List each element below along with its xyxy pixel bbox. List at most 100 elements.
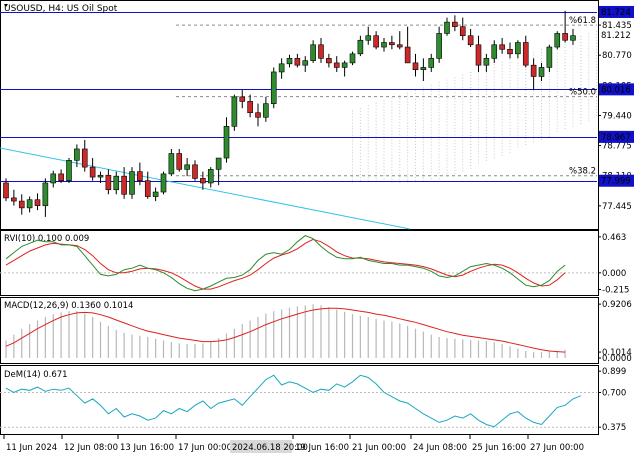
price-tick-1: 80.770 bbox=[602, 51, 632, 61]
candle bbox=[66, 158, 72, 183]
candle bbox=[255, 103, 261, 127]
rvi-pane[interactable]: RVI(10) 0.100 0.009 bbox=[0, 234, 597, 292]
candle bbox=[381, 37, 387, 52]
macd-title: MACD(12,26,9) 0.1360 0.1014 bbox=[4, 301, 133, 311]
candle bbox=[310, 40, 316, 63]
candle bbox=[81, 139, 88, 172]
candle bbox=[389, 35, 395, 50]
candle bbox=[475, 35, 482, 72]
candle bbox=[459, 17, 466, 41]
time-label-1: 12 Jun 08:00 bbox=[64, 443, 118, 453]
candle bbox=[428, 53, 435, 72]
candle bbox=[365, 26, 372, 45]
price-tick-3: 79.440 bbox=[602, 111, 632, 121]
candle bbox=[499, 37, 505, 54]
chart-window[interactable]: %61.8%50.0%38.2 USOUSD, H4: US Oil Spot … bbox=[0, 0, 640, 457]
candles bbox=[3, 10, 576, 217]
dem-line bbox=[5, 374, 582, 428]
candle bbox=[349, 51, 356, 66]
fib-label-2: %38.2 bbox=[569, 167, 596, 177]
macd-axis-tick-2: 0.0000 bbox=[602, 354, 632, 364]
macd-axis-tick-0: 0.9206 bbox=[602, 300, 632, 310]
candle bbox=[192, 160, 198, 181]
level-tag-text-1: 80.016 bbox=[601, 85, 631, 95]
macd-signal-line bbox=[5, 307, 566, 353]
candle bbox=[530, 58, 537, 91]
candle bbox=[491, 40, 498, 63]
rvi-axis-tick-1: 0.000 bbox=[602, 269, 626, 279]
level-tag-text-0: 81.724 bbox=[601, 8, 631, 18]
dem-title: DeM(14) 0.671 bbox=[4, 370, 68, 380]
time-label-2: 13 Jun 16:00 bbox=[120, 443, 174, 453]
candle bbox=[247, 94, 253, 118]
candle bbox=[207, 167, 214, 188]
candle bbox=[160, 171, 167, 195]
price-pane[interactable]: %61.8 %50.0 %38.2 USOUSD, H4: US Oil Spot bbox=[0, 4, 598, 230]
candle bbox=[467, 28, 474, 48]
candle bbox=[58, 169, 64, 183]
candle bbox=[420, 58, 427, 82]
rvi-main-line bbox=[5, 235, 566, 292]
candle bbox=[515, 40, 521, 59]
macd-pane[interactable]: MACD(12,26,9) 0.1360 0.1014 bbox=[4, 301, 566, 358]
candle bbox=[538, 62, 545, 82]
candle bbox=[286, 54, 293, 68]
candle bbox=[18, 194, 25, 215]
candle bbox=[444, 17, 450, 36]
candle bbox=[263, 96, 269, 122]
level-tag-text-2: 78.967 bbox=[601, 133, 631, 143]
candle bbox=[278, 58, 285, 79]
time-label-8: 27 Jun 00:00 bbox=[530, 443, 584, 453]
dem-axis-tick-2: 0.375 bbox=[602, 423, 626, 433]
candle bbox=[144, 171, 151, 199]
candle bbox=[42, 178, 49, 217]
time-axis: 11 Jun 2024 12 Jun 08:00 13 Jun 16:00 17 Ju… bbox=[3, 435, 584, 453]
time-label-7: 25 Jun 16:00 bbox=[472, 443, 526, 453]
candle bbox=[507, 42, 513, 59]
candle bbox=[152, 187, 159, 202]
candle bbox=[294, 53, 301, 68]
candle bbox=[231, 94, 238, 131]
time-label-3: 17 Jun 00:00 bbox=[178, 443, 232, 453]
candle bbox=[26, 196, 33, 213]
fib-label-0: %61.8 bbox=[569, 16, 596, 26]
candle bbox=[546, 44, 553, 72]
candle bbox=[176, 148, 183, 172]
fib-label-1: %50.0 bbox=[569, 88, 596, 98]
candle bbox=[436, 26, 442, 63]
candle bbox=[357, 35, 364, 57]
candle bbox=[341, 60, 348, 77]
level-tag-text-3: 77.999 bbox=[601, 177, 631, 187]
candle bbox=[483, 53, 490, 72]
rvi-axis-tick-2: -0.215 bbox=[602, 286, 629, 296]
candle bbox=[223, 117, 230, 163]
candle bbox=[404, 26, 411, 64]
time-label-5: 21 Jun 00:00 bbox=[352, 443, 406, 453]
candle bbox=[89, 158, 96, 181]
ichimoku-cloud bbox=[352, 30, 598, 183]
candle bbox=[184, 158, 190, 177]
candle bbox=[452, 15, 458, 32]
trendline[interactable] bbox=[0, 147, 411, 230]
candle bbox=[412, 53, 419, 77]
main-pane-frame bbox=[0, 0, 599, 230]
candle bbox=[554, 31, 561, 50]
price-tick-6: 77.445 bbox=[602, 202, 632, 212]
candle bbox=[239, 90, 246, 109]
time-label-0: 11 Jun 2024 bbox=[6, 443, 57, 453]
current-price-text: 81.212 bbox=[601, 31, 631, 41]
candle bbox=[168, 148, 175, 177]
candle bbox=[318, 37, 324, 63]
chart-header: USOUSD, H4: US Oil Spot bbox=[4, 4, 118, 14]
candle bbox=[129, 167, 135, 199]
candle bbox=[570, 28, 576, 45]
candle bbox=[326, 53, 332, 68]
candle bbox=[396, 31, 403, 50]
candle bbox=[50, 170, 57, 188]
dem-pane[interactable]: DeM(14) 0.671 bbox=[0, 370, 597, 428]
candle bbox=[562, 10, 568, 43]
candle bbox=[522, 35, 529, 68]
candle bbox=[270, 67, 277, 109]
candle bbox=[200, 171, 206, 190]
pane-frames bbox=[0, 0, 599, 435]
